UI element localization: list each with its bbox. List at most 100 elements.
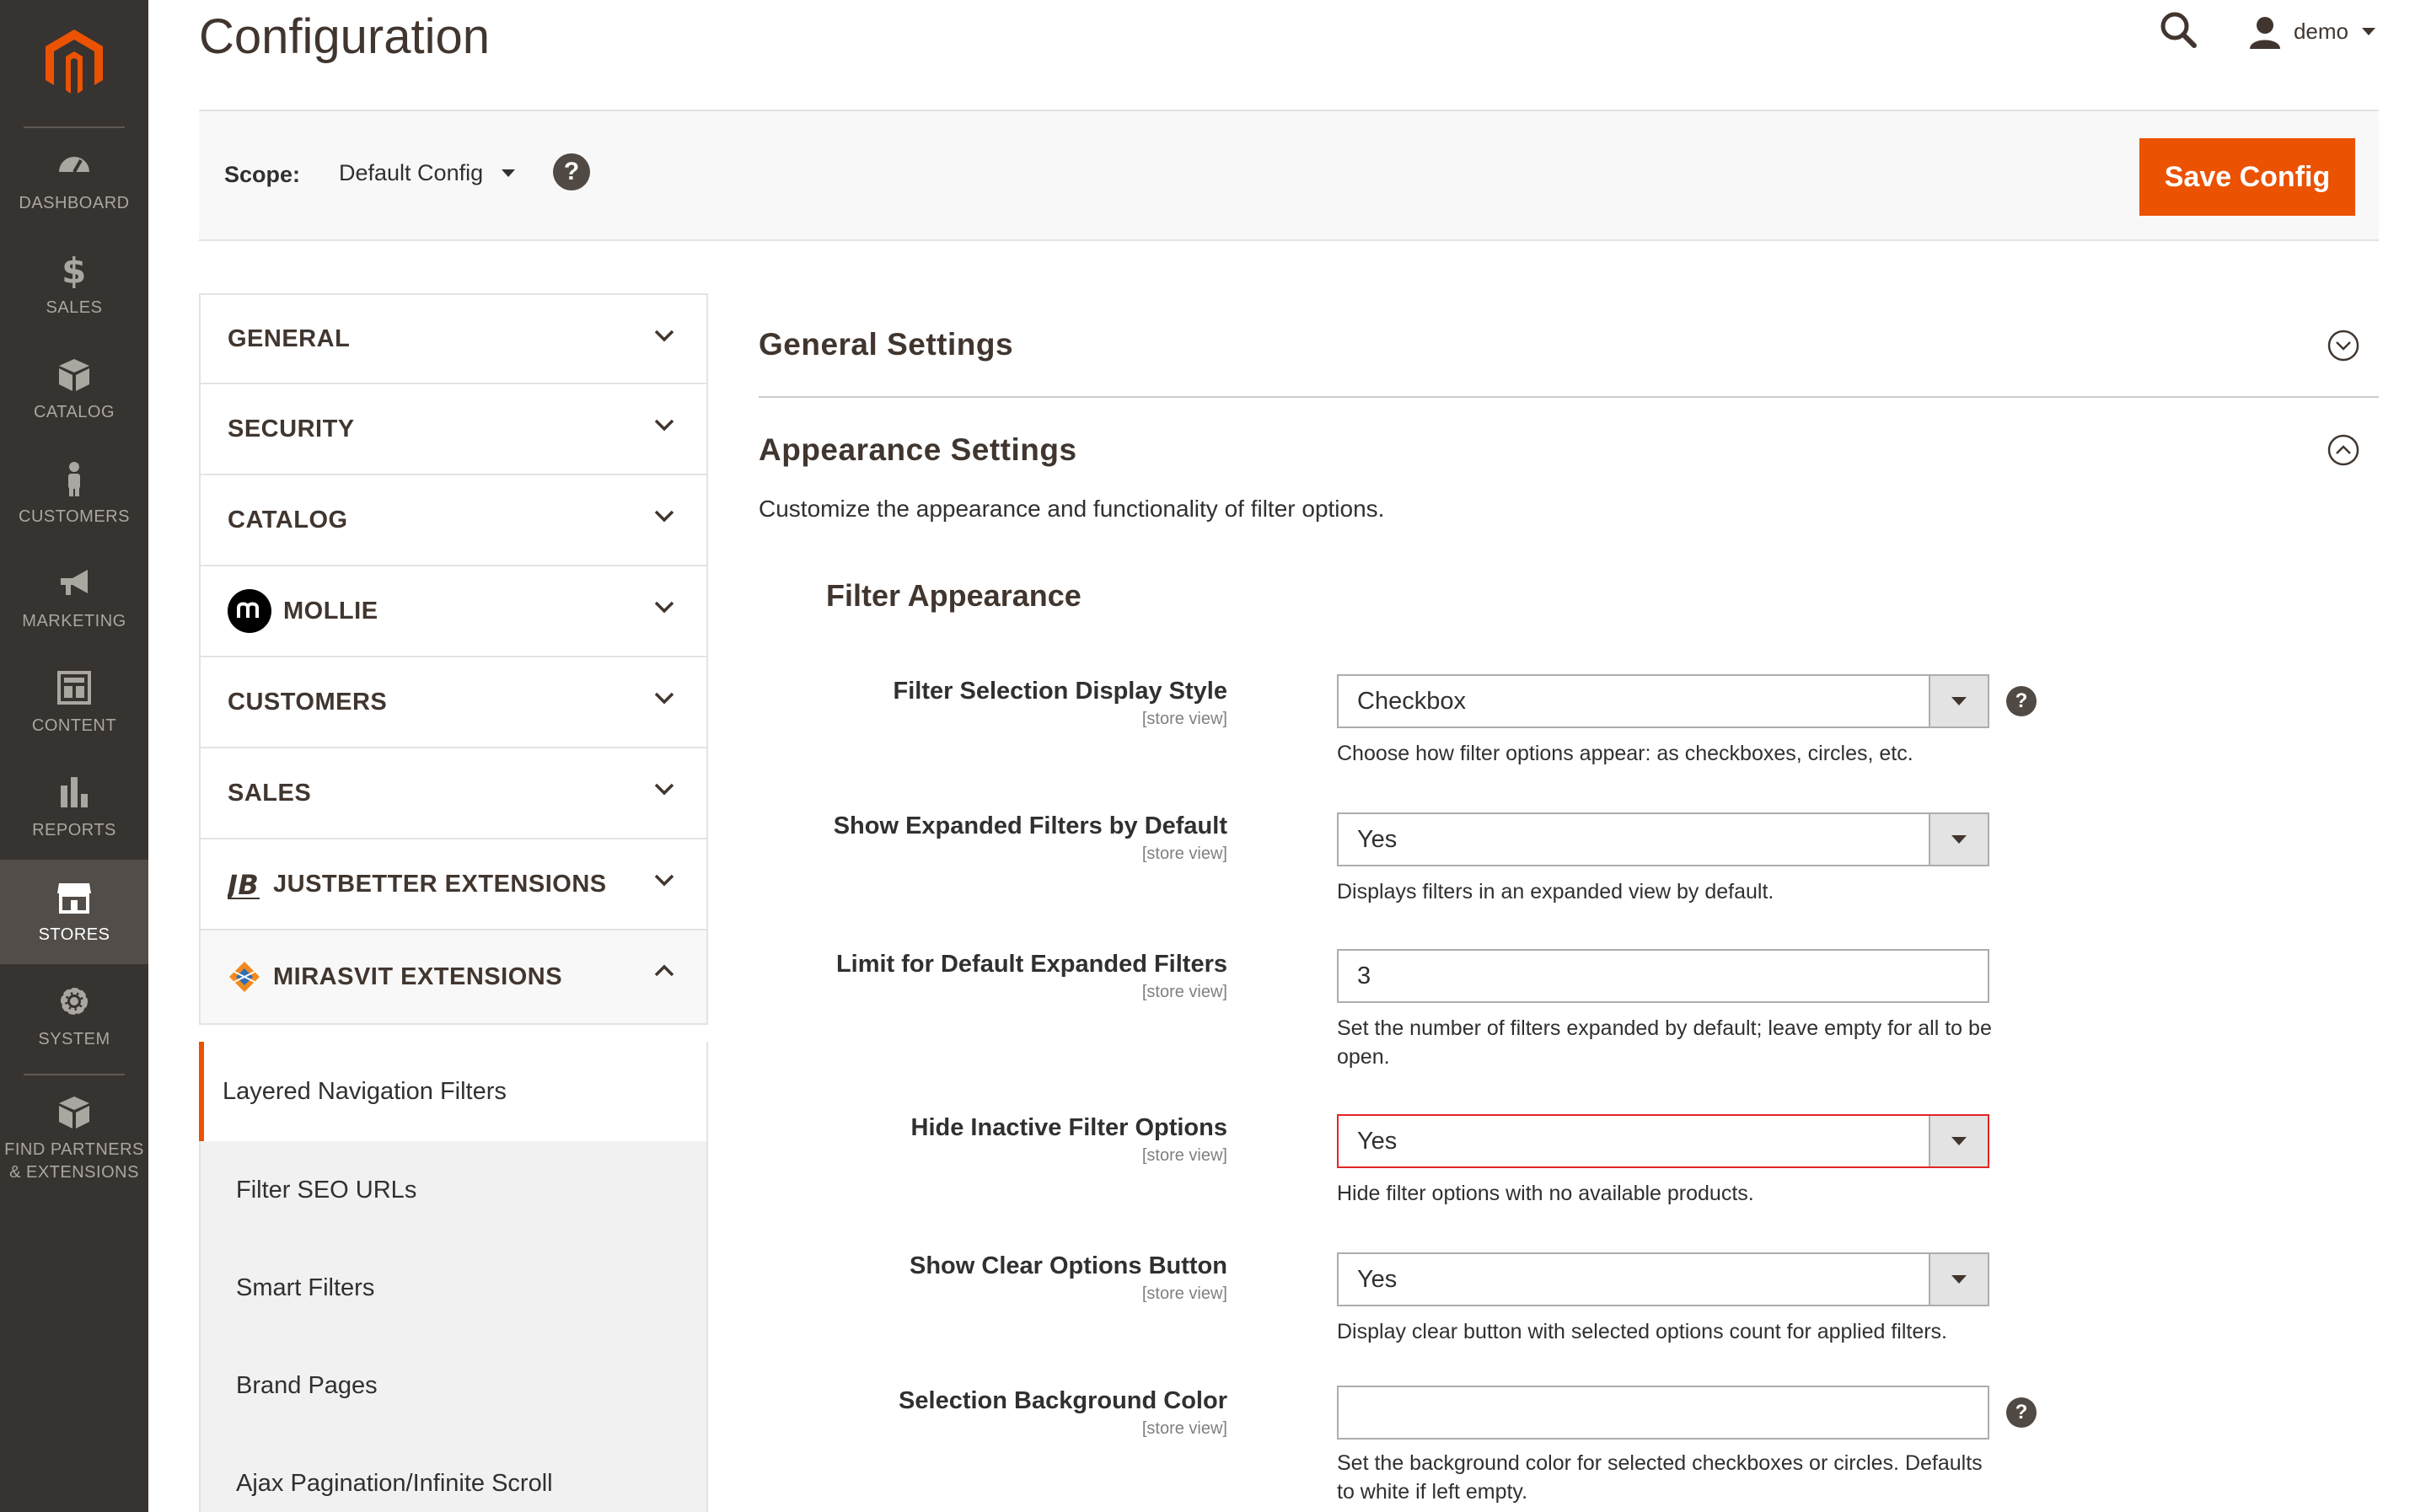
input-value: 3 — [1357, 962, 1371, 989]
section-appearance-settings[interactable]: Appearance Settings — [759, 398, 2379, 502]
tab-filter-seo-urls[interactable]: Filter SEO URLs — [201, 1141, 706, 1239]
select-value: Checkbox — [1357, 687, 1466, 715]
select-value: Yes — [1357, 825, 1398, 853]
nav-item-customers[interactable]: CUSTOMERS — [0, 442, 148, 546]
tab-catalog[interactable]: CATALOG — [199, 475, 708, 566]
field-note: Choose how filter options appear: as che… — [1337, 742, 1913, 765]
dashboard-icon — [59, 156, 89, 173]
nav-item-marketing[interactable]: MARKETING — [0, 546, 148, 651]
save-config-button[interactable]: Save Config — [2139, 138, 2355, 216]
page-title: Configuration — [199, 9, 490, 64]
chevron-up-icon — [654, 964, 674, 977]
nav-label: STORES — [38, 925, 110, 944]
chevron-down-icon — [2362, 28, 2375, 35]
nav-item-stores[interactable]: STORES — [0, 860, 148, 964]
expanded-limit-input[interactable]: 3 — [1337, 949, 1989, 1003]
chevron-down-icon — [1951, 1275, 1967, 1284]
nav-label: REPORTS — [32, 820, 116, 839]
select-value: Yes — [1357, 1127, 1398, 1155]
chevron-down-icon — [1951, 1137, 1967, 1145]
chevron-down-icon — [654, 783, 674, 796]
field-scope: [store view] — [1141, 1419, 1227, 1438]
user-account-menu[interactable]: demo — [2248, 15, 2375, 49]
tab-mirasvit-extensions[interactable]: MIRASVIT EXTENSIONS — [199, 930, 708, 1025]
chevron-down-icon — [654, 874, 674, 887]
tab-ajax-pagination[interactable]: Ajax Pagination/Infinite Scroll — [201, 1434, 706, 1512]
field-label: Limit for Default Expanded Filters — [835, 951, 1227, 978]
tab-smart-filters[interactable]: Smart Filters — [201, 1239, 706, 1337]
configuration-page: DASHBOARD $ SALES CATALOG CUSTOMERS MARK… — [0, 0, 2426, 1512]
hide-inactive-select[interactable]: Yes — [1337, 1114, 1989, 1168]
tab-sales[interactable]: SALES — [199, 748, 708, 839]
tab-mollie[interactable]: MOLLIE — [199, 566, 708, 657]
select-toggle[interactable] — [1929, 1116, 1988, 1166]
tab-customers[interactable]: CUSTOMERS — [199, 657, 708, 748]
chevron-down-icon — [654, 601, 674, 614]
section-general-settings[interactable]: General Settings — [759, 293, 2379, 398]
tab-label: MIRASVIT EXTENSIONS — [273, 962, 563, 990]
section-title: General Settings — [759, 327, 1014, 362]
nav-label: FIND PARTNERS — [4, 1140, 144, 1159]
chevron-down-icon — [502, 169, 516, 177]
magento-logo-icon — [46, 29, 103, 94]
help-icon[interactable]: ? — [2006, 1397, 2037, 1428]
nav-label: SALES — [46, 298, 103, 317]
gear-icon — [61, 987, 88, 1015]
tab-layered-navigation-filters[interactable]: Layered Navigation Filters — [199, 1042, 706, 1141]
field-label: Show Clear Options Button — [910, 1252, 1227, 1279]
tab-label: MOLLIE — [283, 597, 378, 625]
subsection-title: Filter Appearance — [826, 578, 1082, 613]
select-toggle[interactable] — [1929, 676, 1988, 727]
mollie-logo-icon — [228, 589, 271, 633]
subitem-label: Smart Filters — [236, 1273, 375, 1301]
mirasvit-logo-icon — [228, 960, 261, 994]
filter-display-style-select[interactable]: Checkbox — [1337, 674, 1989, 728]
select-toggle[interactable] — [1929, 1254, 1988, 1305]
scope-switcher[interactable]: Default Config — [339, 160, 516, 186]
tab-label: SECURITY — [228, 415, 355, 442]
help-icon[interactable]: ? — [553, 153, 590, 190]
nav-item-content[interactable]: CONTENT — [0, 651, 148, 755]
show-clear-select[interactable]: Yes — [1337, 1252, 1989, 1306]
nav-item-catalog[interactable]: CATALOG — [0, 337, 148, 442]
subitem-label: Layered Navigation Filters — [223, 1077, 507, 1105]
nav-label: SYSTEM — [38, 1029, 110, 1048]
field-note: Display clear button with selected optio… — [1337, 1320, 1947, 1343]
field-scope: [store view] — [1141, 983, 1227, 1001]
nav-label: CATALOG — [33, 402, 115, 421]
nav-item-reports[interactable]: REPORTS — [0, 755, 148, 860]
tab-general[interactable]: GENERAL — [199, 293, 708, 384]
tab-brand-pages[interactable]: Brand Pages — [201, 1337, 706, 1434]
tab-justbetter-extensions[interactable]: JB JUSTBETTER EXTENSIONS — [199, 839, 708, 930]
svg-text:JB: JB — [228, 869, 259, 901]
show-expanded-select[interactable]: Yes — [1337, 812, 1989, 866]
collapse-circle-icon — [2327, 434, 2359, 466]
field-scope: [store view] — [1141, 1284, 1227, 1303]
selection-bg-color-input[interactable] — [1337, 1386, 1989, 1440]
chevron-down-icon — [654, 419, 674, 432]
help-icon[interactable]: ? — [2006, 686, 2037, 716]
scope-toolbar: Scope: Default Config ? Save Config — [199, 110, 2379, 241]
nav-item-system[interactable]: SYSTEM — [0, 964, 148, 1069]
nav-label: CUSTOMERS — [19, 507, 130, 526]
tab-label: SALES — [228, 779, 312, 807]
nav-item-dashboard[interactable]: DASHBOARD — [0, 128, 148, 233]
tab-security[interactable]: SECURITY — [199, 384, 708, 475]
justbetter-logo-icon: JB — [228, 867, 261, 901]
nav-item-sales[interactable]: $ SALES — [0, 233, 148, 337]
field-note: Displays filters in an expanded view by … — [1337, 880, 1774, 903]
field-label: Show Expanded Filters by Default — [833, 812, 1227, 839]
config-tabs: GENERAL SECURITY CATALOG MOLLIE CUSTOMER… — [199, 293, 708, 1512]
chevron-down-icon — [654, 330, 674, 342]
nav-label: DASHBOARD — [19, 193, 130, 212]
magento-logo[interactable] — [0, 0, 148, 126]
nav-label: & EXTENSIONS — [9, 1163, 139, 1182]
select-value: Yes — [1357, 1265, 1398, 1293]
field-label: Hide Inactive Filter Options — [910, 1114, 1227, 1141]
field-scope: [store view] — [1141, 844, 1227, 863]
nav-item-find-partners[interactable]: FIND PARTNERS & EXTENSIONS — [0, 1075, 148, 1202]
global-search-button[interactable] — [2159, 10, 2198, 53]
field-note: Hide filter options with no available pr… — [1337, 1182, 1754, 1205]
user-icon — [2249, 16, 2280, 49]
select-toggle[interactable] — [1929, 814, 1988, 865]
